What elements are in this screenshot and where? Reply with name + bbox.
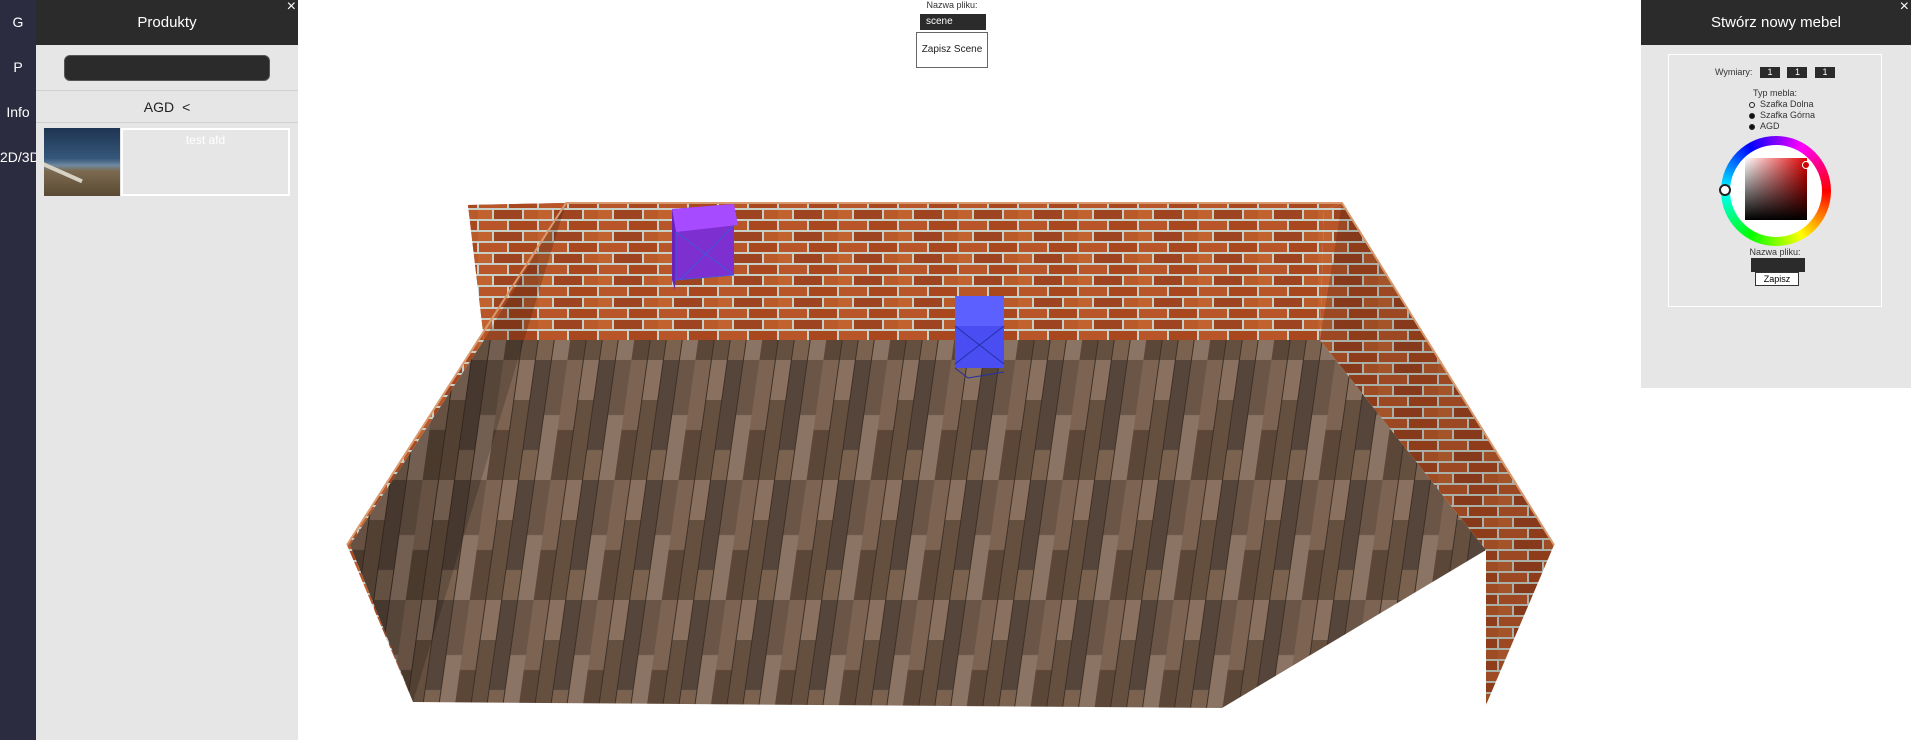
type-option-label: AGD bbox=[1760, 121, 1780, 131]
szafka-dolna-box bbox=[954, 296, 1005, 379]
radio-selected-icon bbox=[1749, 112, 1755, 119]
products-panel: Produkty × AGD < test afd bbox=[36, 0, 298, 740]
save-furniture-button[interactable]: Zapisz bbox=[1755, 272, 1799, 286]
scene-filename-input[interactable] bbox=[920, 13, 986, 30]
type-option-szafka-dolna[interactable]: Szafka Dolna bbox=[1749, 99, 1815, 110]
radio-icon bbox=[1749, 101, 1755, 108]
product-name: test afd bbox=[121, 128, 290, 196]
nav-p-button[interactable]: P bbox=[0, 52, 36, 82]
type-option-agd[interactable]: AGD bbox=[1749, 121, 1815, 132]
color-picker-handle[interactable] bbox=[1802, 161, 1810, 169]
furniture-form: Wymiary: 1 1 1 Typ mebla: Szafka Dolna S… bbox=[1668, 54, 1882, 307]
room-render bbox=[346, 202, 1555, 708]
create-furniture-close-icon[interactable]: × bbox=[1900, 0, 1909, 16]
save-scene-box: Nazwa pliku: Zapisz Scene bbox=[916, 0, 988, 68]
type-label: Typ mebla: bbox=[1752, 88, 1798, 98]
save-scene-button[interactable]: Zapisz Scene bbox=[916, 31, 988, 68]
dimension-depth-input[interactable]: 1 bbox=[1814, 67, 1835, 79]
left-nav: G P Info 2D/3D bbox=[0, 0, 40, 740]
color-wheel[interactable] bbox=[1719, 136, 1831, 246]
create-furniture-title: Stwórz nowy mebel bbox=[1641, 0, 1911, 45]
dimensions-label: Wymiary: bbox=[1715, 67, 1753, 77]
scene-filename-label: Nazwa pliku: bbox=[926, 0, 978, 10]
category-back-icon[interactable]: < bbox=[182, 99, 190, 115]
type-option-label: Szafka Dolna bbox=[1760, 99, 1814, 109]
products-close-icon[interactable]: × bbox=[287, 0, 296, 16]
nav-info-button[interactable]: Info bbox=[0, 97, 36, 127]
type-option-szafka-gorna[interactable]: Szafka Górna bbox=[1749, 110, 1815, 121]
product-search-input[interactable] bbox=[64, 54, 270, 81]
category-header[interactable]: AGD < bbox=[36, 91, 298, 123]
dimension-height-input[interactable]: 1 bbox=[1787, 67, 1808, 79]
products-title: Produkty bbox=[36, 0, 298, 45]
back-wall bbox=[468, 203, 1342, 340]
nav-2d3d-toggle[interactable]: 2D/3D bbox=[0, 142, 40, 172]
color-saturation-square[interactable] bbox=[1745, 158, 1810, 220]
product-card[interactable]: test afd bbox=[44, 128, 290, 196]
dimension-width-input[interactable]: 1 bbox=[1759, 67, 1780, 79]
furniture-filename-label: Nazwa pliku: bbox=[1749, 247, 1801, 257]
type-options: Szafka Dolna Szafka Górna AGD bbox=[1749, 99, 1815, 132]
floor bbox=[350, 340, 1486, 708]
dimensions-row: Wymiary: 1 1 1 bbox=[1669, 67, 1881, 79]
hue-handle[interactable] bbox=[1719, 184, 1731, 196]
landscape-photo-icon bbox=[44, 128, 120, 196]
scene-viewport[interactable] bbox=[298, 0, 1641, 740]
search-row bbox=[36, 45, 298, 91]
nav-g-button[interactable]: G bbox=[0, 7, 36, 37]
furniture-filename-input[interactable] bbox=[1751, 258, 1805, 272]
type-option-label: Szafka Górna bbox=[1760, 110, 1816, 120]
category-label: AGD bbox=[143, 98, 175, 115]
create-furniture-panel: Stwórz nowy mebel × Wymiary: 1 1 1 Typ m… bbox=[1641, 0, 1911, 388]
radio-selected-icon bbox=[1749, 123, 1755, 130]
